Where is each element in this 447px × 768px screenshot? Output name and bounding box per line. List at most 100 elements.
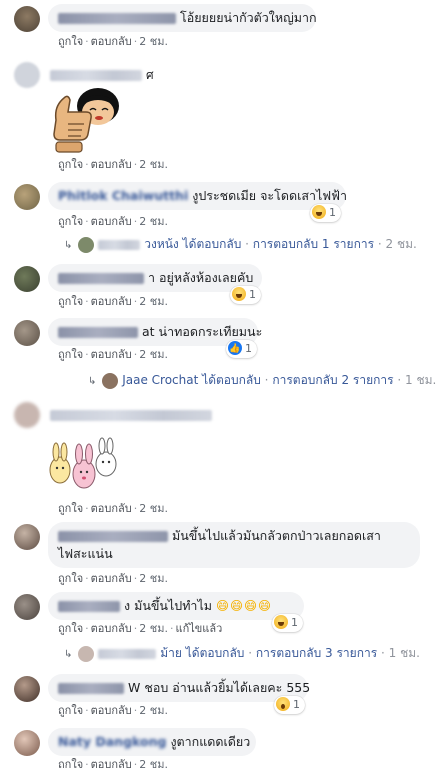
reply-arrow-icon: ↳ <box>64 649 73 660</box>
like-link[interactable]: ถูกใจ <box>58 35 83 48</box>
comment-actions: ถูกใจ · ตอบกลับ · 2 ชม. <box>58 502 168 516</box>
reaction-badge[interactable]: 1 <box>230 286 261 304</box>
timestamp[interactable]: 2 ชม. <box>139 622 168 635</box>
like-link[interactable]: ถูกใจ <box>58 158 83 171</box>
author-name-tail: ศ <box>146 68 154 82</box>
comment-text: งูตากแดดเดียว <box>170 734 251 749</box>
reply-link[interactable]: ตอบกลับ <box>91 295 132 308</box>
replies-link[interactable]: ↳ วงหน้ง ได้ตอบกลับ · การตอบกลับ 1 รายกา… <box>64 235 417 255</box>
like-link[interactable]: ถูกใจ <box>58 704 83 717</box>
comment-bubble: มันขึ้นไปแล้วมันกลัวตกป่าวเลยกอดเสา ไฟสะแ… <box>48 522 420 568</box>
blurred-author-name[interactable] <box>58 601 120 612</box>
haha-icon <box>312 205 326 219</box>
timestamp[interactable]: 2 ชม. <box>139 502 168 515</box>
like-link[interactable]: ถูกใจ <box>58 502 83 515</box>
replies-link[interactable]: ↳ Jaae Crochat ได้ตอบกลับ · การตอบกลับ 2… <box>88 371 436 391</box>
reply-link[interactable]: ตอบกลับ <box>91 35 132 48</box>
like-link[interactable]: ถูกใจ <box>58 572 83 585</box>
like-link[interactable]: ถูกใจ <box>58 622 83 635</box>
author-name[interactable]: Naty Dangkong <box>58 734 166 749</box>
thumbs-up-sticker[interactable] <box>46 84 124 156</box>
reply-link[interactable]: ตอบกลับ <box>91 622 132 635</box>
comment-actions: ถูกใจ · ตอบกลับ · 2 ชม. <box>58 572 168 586</box>
blurred-author-name[interactable] <box>50 70 142 81</box>
timestamp[interactable]: 2 ชม. <box>139 158 168 171</box>
reply-link[interactable]: ตอบกลับ <box>91 572 132 585</box>
avatar[interactable] <box>14 730 40 756</box>
comment-author[interactable]: ศ <box>50 66 154 85</box>
timestamp[interactable]: 2 ชม. <box>139 348 168 361</box>
separator: · <box>85 295 89 308</box>
reply-author-name: Jaae Crochat <box>122 373 199 387</box>
comment-author[interactable] <box>50 408 216 422</box>
blurred-author-name[interactable] <box>58 327 138 338</box>
blurred-author-name <box>98 239 141 250</box>
separator: · <box>245 237 249 251</box>
comment-text: น่าทอดกระเทียมนะ <box>158 324 263 339</box>
emoji-text: 😄😄😄😄 <box>215 598 273 613</box>
avatar[interactable] <box>14 184 40 210</box>
timestamp[interactable]: 2 ชม. <box>139 758 168 768</box>
timestamp: 1 ชม. <box>388 646 420 660</box>
separator: · <box>85 215 89 228</box>
like-link[interactable]: ถูกใจ <box>58 215 83 228</box>
reply-count: การตอบกลับ 1 รายการ <box>252 237 375 251</box>
reaction-badge[interactable]: 1 <box>226 340 257 358</box>
comment-bubble: โอ้ยยยยน่ากัวตัวใหญ่มาก <box>48 4 317 32</box>
timestamp: 2 ชม. <box>385 237 417 251</box>
avatar[interactable] <box>14 676 40 702</box>
like-link[interactable]: ถูกใจ <box>58 348 83 361</box>
timestamp: 1 ชม. <box>405 373 437 387</box>
reply-author-tail: ม้าย <box>160 646 182 660</box>
timestamp[interactable]: 2 ชม. <box>139 35 168 48</box>
reply-link[interactable]: ตอบกลับ <box>91 704 132 717</box>
avatar[interactable] <box>14 524 40 550</box>
comment-bubble: Phitlok Chaiwutthi งูประชดเมีย จะโดดเสาไ… <box>48 182 347 210</box>
reaction-count: 1 <box>293 698 300 711</box>
reaction-badge[interactable]: 1 <box>272 614 303 632</box>
reply-arrow-icon: ↳ <box>64 240 73 251</box>
like-link[interactable]: ถูกใจ <box>58 758 83 768</box>
avatar[interactable] <box>14 62 40 88</box>
reply-link[interactable]: ตอบกลับ <box>91 215 132 228</box>
comment-actions: ถูกใจ · ตอบกลับ · 2 ชม. <box>58 295 168 309</box>
avatar[interactable] <box>14 594 40 620</box>
avatar[interactable] <box>14 266 40 292</box>
blurred-author-name[interactable] <box>58 13 176 24</box>
reply-link[interactable]: ตอบกลับ <box>91 502 132 515</box>
avatar[interactable] <box>14 402 40 428</box>
replies-link[interactable]: ↳ ม้าย ได้ตอบกลับ · การตอบกลับ 3 รายการ … <box>64 644 420 664</box>
timestamp[interactable]: 2 ชม. <box>139 572 168 585</box>
timestamp[interactable]: 2 ชม. <box>139 704 168 717</box>
reply-link[interactable]: ตอบกลับ <box>91 758 132 768</box>
comment-text: อยู่หลังห้องเลยคับ <box>159 270 254 285</box>
edited-link[interactable]: แก้ไขแล้ว <box>175 622 222 635</box>
timestamp[interactable]: 2 ชม. <box>139 295 168 308</box>
reaction-count: 1 <box>329 206 336 219</box>
comment-text: ชอบ อ่านแล้วยิ้มได้เลยคะ 555 <box>144 680 311 695</box>
comment-actions: ถูกใจ · ตอบกลับ · 2 ชม. · แก้ไขแล้ว <box>58 622 222 636</box>
bunnies-sticker[interactable] <box>46 434 122 494</box>
avatar[interactable] <box>14 6 40 32</box>
author-name[interactable]: Phitlok Chaiwutthi <box>58 188 188 203</box>
reply-link[interactable]: ตอบกลับ <box>91 348 132 361</box>
reaction-badge[interactable]: 1 <box>310 204 341 222</box>
author-name-tail: W <box>128 680 141 695</box>
separator: · <box>85 502 89 515</box>
blurred-author-name[interactable] <box>58 273 144 284</box>
reply-action-text: ได้ตอบกลับ <box>185 646 245 660</box>
reply-action-text: ได้ตอบกลับ <box>182 237 242 251</box>
reaction-badge[interactable]: 1 <box>274 696 305 714</box>
reply-link[interactable]: ตอบกลับ <box>91 158 132 171</box>
blurred-author-name[interactable] <box>58 683 124 694</box>
separator: · <box>85 758 89 768</box>
reply-count: การตอบกลับ 3 รายการ <box>255 646 378 660</box>
blurred-author-name[interactable] <box>50 410 212 421</box>
timestamp[interactable]: 2 ชม. <box>139 215 168 228</box>
separator: · <box>264 373 269 387</box>
blurred-author-name[interactable] <box>58 531 168 542</box>
avatar[interactable] <box>14 320 40 346</box>
comment-bubble: Naty Dangkong งูตากแดดเดียว <box>48 728 256 756</box>
comment-text: โอ้ยยยยน่ากัวตัวใหญ่มาก <box>180 10 317 25</box>
like-link[interactable]: ถูกใจ <box>58 295 83 308</box>
